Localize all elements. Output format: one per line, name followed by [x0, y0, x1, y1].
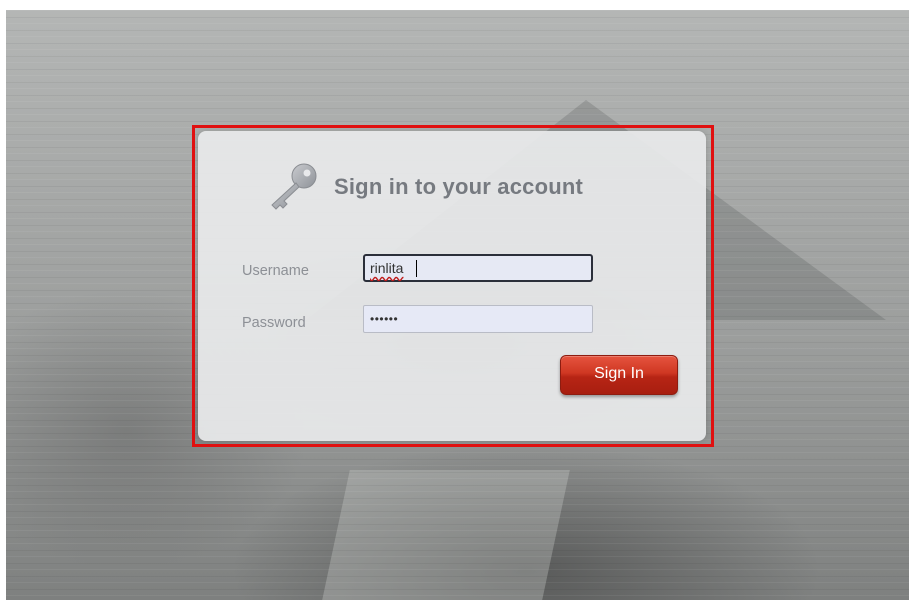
highlight-box: [192, 125, 714, 447]
